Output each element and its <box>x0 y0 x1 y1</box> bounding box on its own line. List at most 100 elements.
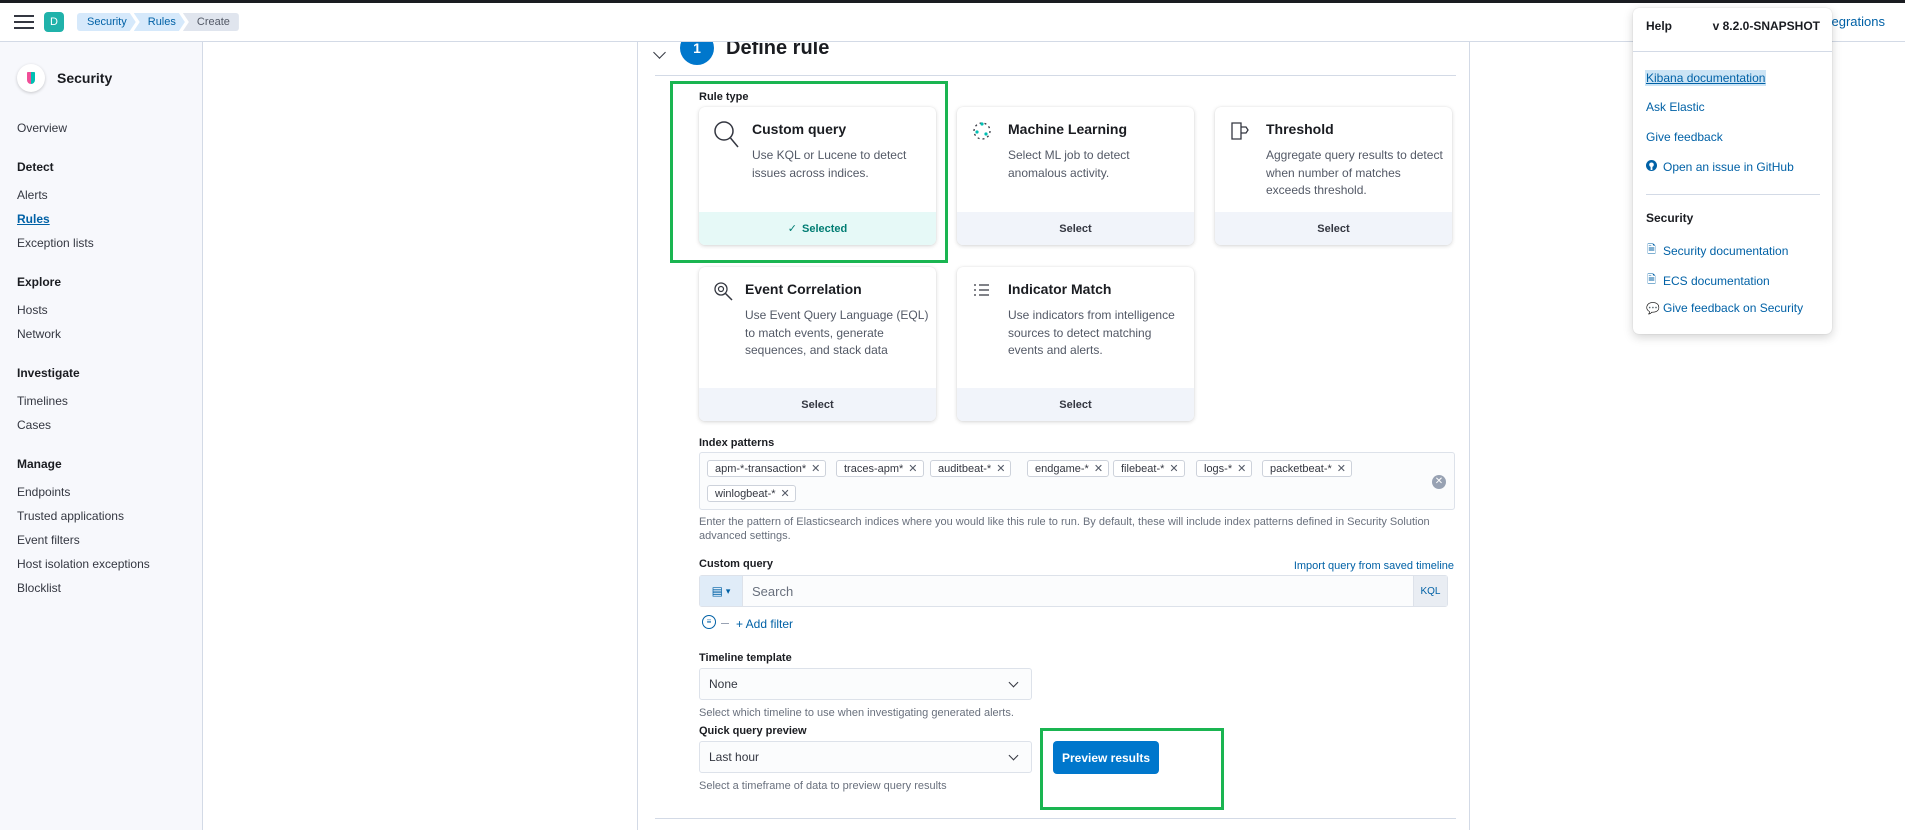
timeframe-select[interactable]: Last hour <box>699 741 1032 773</box>
chevron-down-icon[interactable] <box>653 45 666 59</box>
pill-label: auditbeat-* <box>938 462 992 475</box>
remove-icon[interactable]: ✕ <box>996 462 1005 475</box>
breadcrumb: Security Rules Create <box>77 13 239 31</box>
remove-icon[interactable]: ✕ <box>811 462 820 475</box>
sidebar-item-blocklist[interactable]: Blocklist <box>17 576 202 600</box>
index-patterns-combobox[interactable]: apm-*-transaction* ✕ traces-apm* ✕ auditbe… <box>699 452 1455 510</box>
card-custom-query[interactable]: Custom query Use KQL or Lucene to detect… <box>699 107 936 245</box>
document-icon: 🗎 <box>1647 274 1656 286</box>
security-logo-icon <box>17 64 45 92</box>
divider <box>1633 51 1832 52</box>
security-feedback-link[interactable]: 💬 Give feedback on Security <box>1646 301 1803 315</box>
card-title: Machine Learning <box>1008 121 1128 137</box>
integrations-link[interactable]: egrations <box>1832 14 1885 29</box>
pill-label: logs-* <box>1204 462 1233 475</box>
kibana-documentation-link[interactable]: Kibana documentation <box>1645 70 1767 86</box>
document-icon: 🗎 <box>1647 244 1656 256</box>
sidebar-item-host-isolation-exceptions[interactable]: Host isolation exceptions <box>17 552 202 576</box>
card-select-footer[interactable]: Select <box>1215 212 1452 245</box>
select-value: None <box>709 677 738 691</box>
card-description: Use KQL or Lucene to detect issues acros… <box>752 148 907 180</box>
chat-icon: 💬 <box>1646 302 1660 315</box>
sidebar-item-cases[interactable]: Cases <box>17 413 202 437</box>
security-documentation-link[interactable]: 🗎 Security documentation <box>1646 241 1788 260</box>
ask-elastic-link[interactable]: Ask Elastic <box>1646 100 1705 114</box>
sidebar-item-rules[interactable]: Rules <box>17 207 202 231</box>
import-query-link[interactable]: Import query from saved timeline <box>1294 560 1454 572</box>
timeline-template-label: Timeline template <box>699 652 792 664</box>
add-filter-button[interactable]: + Add filter <box>736 617 793 631</box>
breadcrumb-create: Create <box>182 13 239 31</box>
sidebar: Security Overview Detect Alerts Rules Ex… <box>0 42 203 830</box>
card-event-correlation[interactable]: Event Correlation Use Event Query Langua… <box>699 267 936 421</box>
index-pattern-pill: packetbeat-* ✕ <box>1262 460 1352 477</box>
card-title: Indicator Match <box>1008 281 1112 297</box>
quick-query-preview-help: Select a timeframe of data to preview qu… <box>699 780 947 792</box>
index-pattern-pill: logs-* ✕ <box>1196 460 1253 477</box>
sidebar-item-endpoints[interactable]: Endpoints <box>17 480 202 504</box>
give-feedback-link[interactable]: Give feedback <box>1646 130 1723 144</box>
card-machine-learning[interactable]: Machine Learning Select ML job to detect… <box>957 107 1194 245</box>
divider <box>655 75 1456 76</box>
card-title: Threshold <box>1266 121 1334 137</box>
remove-icon[interactable]: ✕ <box>1337 462 1346 475</box>
card-select-footer[interactable]: Select <box>957 388 1194 421</box>
sidebar-group-detect: Detect <box>17 160 54 174</box>
card-select-footer[interactable]: Select <box>699 388 936 421</box>
sidebar-group-explore: Explore <box>17 275 62 289</box>
github-issue-link[interactable]: Open an issue in GitHub <box>1646 160 1794 174</box>
index-pattern-pill: apm-*-transaction* ✕ <box>707 460 827 477</box>
remove-icon[interactable]: ✕ <box>908 462 917 475</box>
space-avatar[interactable]: D <box>44 12 64 32</box>
help-section-title: Security <box>1646 211 1694 225</box>
breadcrumb-rules[interactable]: Rules <box>134 13 185 31</box>
timeline-template-help: Select which timeline to use when invest… <box>699 707 1014 719</box>
sidebar-item-network[interactable]: Network <box>17 322 202 346</box>
remove-icon[interactable]: ✕ <box>1237 462 1246 475</box>
chevron-down-icon <box>1008 677 1019 688</box>
card-indicator-match[interactable]: Indicator Match Use indicators from inte… <box>957 267 1194 421</box>
remove-icon[interactable]: ✕ <box>1094 462 1103 475</box>
index-pattern-pill: filebeat-* ✕ <box>1113 460 1185 477</box>
sidebar-item-hosts[interactable]: Hosts <box>17 298 202 322</box>
sidebar-item-trusted-applications[interactable]: Trusted applications <box>17 504 202 528</box>
filter-icon[interactable]: ≡ <box>702 615 716 629</box>
sidebar-item-overview[interactable]: Overview <box>17 116 202 140</box>
sidebar-item-exception-lists[interactable]: Exception lists <box>17 231 202 255</box>
breadcrumb-security[interactable]: Security <box>77 13 136 31</box>
card-selected-footer[interactable]: ✓ Selected <box>699 212 936 245</box>
search-input[interactable] <box>743 576 1403 606</box>
top-bar: D Security Rules Create egrations <box>0 0 1905 42</box>
index-patterns-help: Enter the pattern of Elasticsearch indic… <box>699 516 1430 542</box>
query-language-button[interactable]: KQL <box>1413 576 1447 606</box>
card-description: Select ML job to detect anomalous activi… <box>1008 148 1130 180</box>
card-title: Custom query <box>752 121 847 137</box>
remove-icon[interactable]: ✕ <box>1169 462 1178 475</box>
pill-label: traces-apm* <box>844 462 904 475</box>
timeline-template-select[interactable]: None <box>699 668 1032 700</box>
saved-query-button[interactable]: ▤ ▾ <box>700 576 743 606</box>
remove-icon[interactable]: ✕ <box>781 487 790 500</box>
card-select-footer[interactable]: Select <box>957 212 1194 245</box>
divider <box>1646 194 1820 195</box>
menu-icon[interactable] <box>14 15 34 29</box>
sidebar-item-alerts[interactable]: Alerts <box>17 183 202 207</box>
sidebar-item-timelines[interactable]: Timelines <box>17 389 202 413</box>
sidebar-item-event-filters[interactable]: Event filters <box>17 528 202 552</box>
pill-label: apm-*-transaction* <box>715 462 807 475</box>
define-rule-panel: 1 Define rule Rule type Custom query Use… <box>637 31 1470 830</box>
custom-query-label: Custom query <box>699 558 773 570</box>
preview-results-button[interactable]: Preview results <box>1053 741 1159 774</box>
eql-icon <box>712 280 734 302</box>
quick-query-preview-label: Quick query preview <box>699 725 807 737</box>
card-description: Aggregate query results to detect when n… <box>1266 148 1443 197</box>
divider <box>655 818 1456 819</box>
clear-icon[interactable]: ✕ <box>1432 475 1446 489</box>
ecs-documentation-link[interactable]: 🗎 ECS documentation <box>1646 271 1770 290</box>
sidebar-group-investigate: Investigate <box>17 366 80 380</box>
card-description: Use indicators from intelligence sources… <box>1008 308 1175 357</box>
check-icon: ✓ <box>787 223 797 235</box>
card-threshold[interactable]: Threshold Aggregate query results to det… <box>1215 107 1452 245</box>
index-pattern-pill: auditbeat-* ✕ <box>930 460 1012 477</box>
card-footer-label: Selected <box>801 222 848 235</box>
